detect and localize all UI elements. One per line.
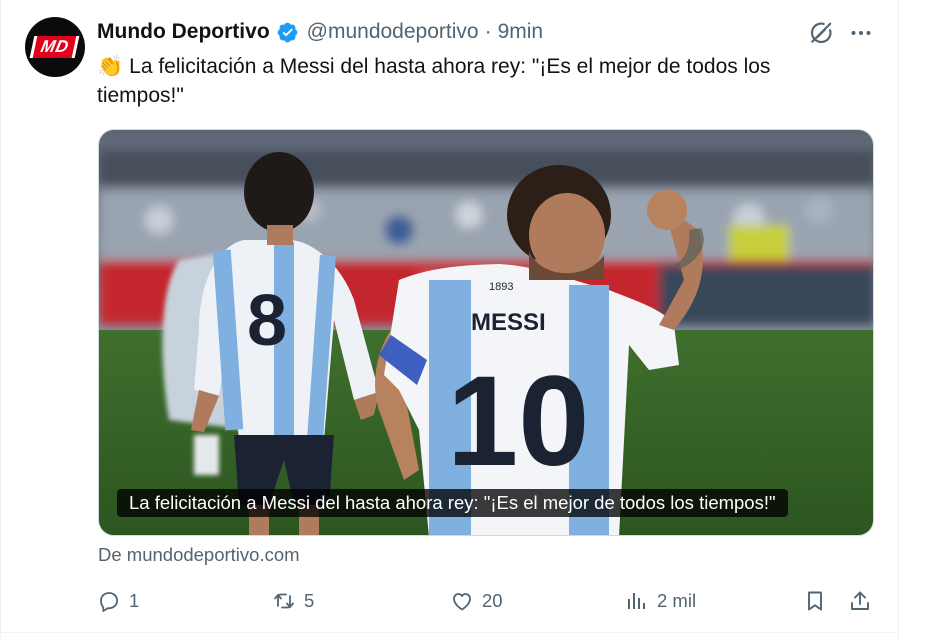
share-icon [851, 591, 869, 610]
repost-icon [274, 593, 294, 609]
bookmark-button[interactable] [803, 585, 827, 617]
share-button[interactable] [848, 585, 872, 617]
verified-badge-icon[interactable] [276, 21, 299, 44]
tweet-body: La felicitación a Messi del hasta ahora … [97, 55, 771, 107]
timestamp[interactable]: 9min [498, 20, 544, 44]
frame-border-right [898, 0, 899, 640]
card-source-link[interactable]: De mundodeportivo.com [98, 544, 300, 566]
action-bar: 1 5 20 2 mil [97, 585, 877, 617]
views-button[interactable]: 2 mil [625, 585, 696, 617]
reply-count: 1 [129, 590, 140, 611]
tweet-text: 👏 La felicitación a Messi del hasta ahora… [97, 52, 857, 110]
clapping-hands-emoji: 👏 [97, 55, 124, 78]
separator-dot: · [484, 20, 492, 43]
frame-border-bottom [0, 632, 899, 633]
like-button[interactable]: 20 [450, 585, 503, 617]
repost-count: 5 [304, 590, 315, 611]
handle[interactable]: @mundodeportivo [307, 20, 479, 44]
avatar[interactable]: MD [25, 17, 85, 77]
link-card[interactable]: 8 MESSI 1893 10 La felicitación a Messi … [98, 129, 874, 536]
svg-text:1893: 1893 [489, 281, 513, 293]
frame-border-left [0, 0, 1, 640]
bookmark-icon [808, 591, 822, 611]
like-count: 20 [482, 590, 503, 611]
display-name[interactable]: Mundo Deportivo [97, 20, 270, 44]
views-icon [628, 593, 645, 609]
like-icon [453, 593, 471, 611]
more-icon[interactable] [846, 18, 876, 48]
reply-button[interactable]: 1 [97, 585, 139, 617]
svg-text:8: 8 [247, 281, 287, 361]
reply-icon [100, 592, 118, 612]
repost-button[interactable]: 5 [272, 585, 314, 617]
views-count: 2 mil [657, 590, 697, 611]
grok-icon[interactable] [806, 18, 836, 48]
avatar-logo: MD [29, 36, 81, 58]
card-photo: 8 MESSI 1893 10 [99, 130, 873, 535]
svg-text:10: 10 [447, 350, 589, 493]
svg-text:MESSI: MESSI [471, 309, 546, 336]
tweet-header: Mundo Deportivo @mundodeportivo · 9min [97, 18, 543, 46]
card-caption: La felicitación a Messi del hasta ahora … [117, 489, 788, 517]
